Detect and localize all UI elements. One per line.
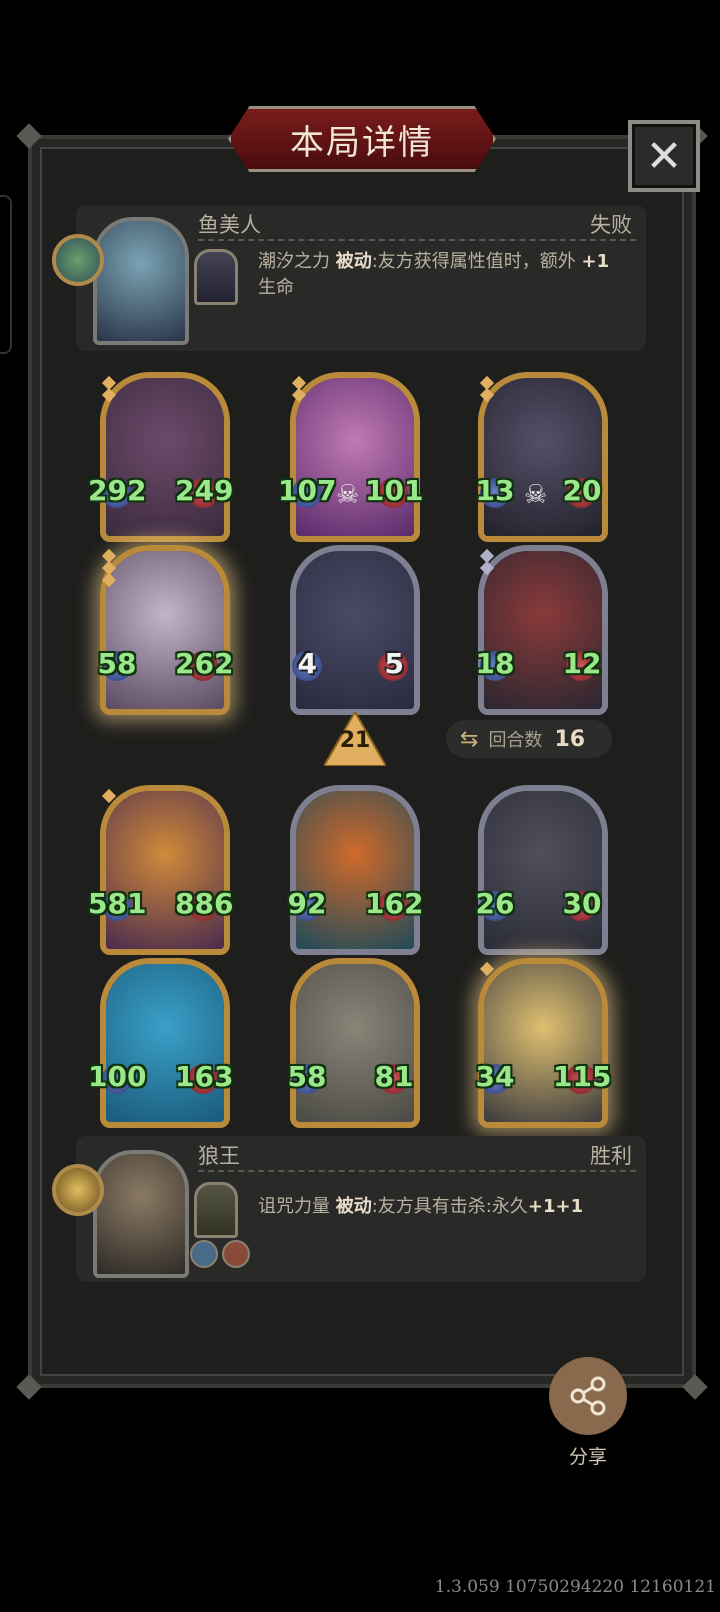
deathrattle-skull-icon: ☠ xyxy=(524,480,548,510)
skill-name: 潮汐之力 xyxy=(258,251,330,272)
panel-corner xyxy=(16,1374,42,1400)
tavern-tier-badge: 21 xyxy=(322,709,388,767)
minion-card[interactable] xyxy=(100,785,230,955)
page-title: 本局详情 xyxy=(290,122,434,163)
minion-health: 262 xyxy=(175,647,234,680)
minion-art xyxy=(296,551,414,709)
opponent-medal-icon xyxy=(52,234,104,286)
panel-corner xyxy=(682,1374,708,1400)
share-button[interactable] xyxy=(549,1357,627,1435)
rounds-label: 回合数 xyxy=(488,730,543,751)
minion-art xyxy=(296,791,414,949)
divider xyxy=(198,1170,636,1172)
panel-corner xyxy=(16,123,42,149)
divider xyxy=(198,239,636,241)
hero-skill-text: 诅咒力量 被动:友方具有击杀:永久+1+1 xyxy=(258,1194,618,1220)
self-hero-portrait[interactable] xyxy=(93,1150,189,1278)
minion-card[interactable] xyxy=(100,958,230,1128)
skill-suffix: 生命 xyxy=(258,277,294,298)
hero-skill-icon[interactable] xyxy=(194,249,238,305)
hero-skill-text: 潮汐之力 被动:友方获得属性值时，额外 +1 生命 xyxy=(258,249,618,301)
minion-health: 115 xyxy=(553,1060,612,1093)
minion-card[interactable] xyxy=(478,372,608,542)
rounds-counter: ⇆ 回合数 16 xyxy=(446,720,612,758)
minion-attack: 292 xyxy=(88,474,147,507)
minion-card[interactable] xyxy=(478,545,608,715)
opponent-name: 鱼美人 xyxy=(198,213,261,237)
minion-art xyxy=(484,791,602,949)
opponent-hero-portrait[interactable] xyxy=(93,217,189,345)
version-string: 1.3.059 10750294220 12160121 xyxy=(434,1577,716,1597)
minion-card[interactable] xyxy=(290,372,420,542)
minion-art xyxy=(296,378,414,536)
trait-sword-icon[interactable] xyxy=(190,1240,218,1268)
self-medal-icon xyxy=(52,1164,104,1216)
minion-card[interactable] xyxy=(100,372,230,542)
skill-bonus: +1 xyxy=(581,251,610,272)
minion-card[interactable] xyxy=(100,545,230,715)
minion-art xyxy=(106,964,224,1122)
share-label: 分享 xyxy=(568,1446,607,1468)
minion-attack: 107 xyxy=(278,474,337,507)
minion-attack: 58 xyxy=(97,647,137,680)
minion-health: 30 xyxy=(562,887,602,920)
minion-art xyxy=(296,964,414,1122)
minion-attack: 4 xyxy=(297,647,317,680)
trait-claw-icon[interactable] xyxy=(222,1240,250,1268)
share-icon xyxy=(570,1376,606,1416)
minion-attack: 581 xyxy=(88,887,147,920)
minion-health: 886 xyxy=(175,887,234,920)
tier-value: 21 xyxy=(339,728,371,753)
rounds-value: 16 xyxy=(554,726,586,752)
rounds-icon: ⇆ xyxy=(460,726,479,752)
minion-art xyxy=(484,964,602,1122)
minion-art xyxy=(106,551,224,709)
minion-attack: 34 xyxy=(475,1060,515,1093)
skill-desc: :友方具有击杀:永久 xyxy=(371,1196,528,1217)
minion-health: 101 xyxy=(365,474,424,507)
minion-health: 12 xyxy=(562,647,602,680)
title-plate: 本局详情 xyxy=(228,106,496,172)
minion-attack: 26 xyxy=(475,887,515,920)
minion-card[interactable] xyxy=(478,958,608,1128)
skill-name: 诅咒力量 xyxy=(258,1196,330,1217)
close-button[interactable]: ✕ xyxy=(628,120,700,192)
minion-attack: 58 xyxy=(287,1060,327,1093)
minion-attack: 100 xyxy=(88,1060,147,1093)
minion-art xyxy=(484,551,602,709)
close-icon: ✕ xyxy=(645,130,683,182)
minion-attack: 92 xyxy=(287,887,327,920)
minion-card[interactable] xyxy=(290,785,420,955)
minion-health: 162 xyxy=(365,887,424,920)
minion-art xyxy=(106,791,224,949)
self-result: 胜利 xyxy=(590,1144,632,1168)
minion-art xyxy=(106,378,224,536)
minion-health: 5 xyxy=(384,647,404,680)
minion-health: 20 xyxy=(562,474,602,507)
skill-tag: 被动 xyxy=(335,251,372,272)
opponent-result: 失败 xyxy=(590,213,632,237)
side-edge-tab xyxy=(0,195,12,354)
minion-attack: 18 xyxy=(475,647,515,680)
minion-card[interactable] xyxy=(290,958,420,1128)
deathrattle-skull-icon: ☠ xyxy=(336,480,360,510)
minion-card[interactable] xyxy=(478,785,608,955)
skill-bonus: +1+1 xyxy=(527,1196,584,1217)
minion-attack: 13 xyxy=(475,474,515,507)
minion-card[interactable] xyxy=(290,545,420,715)
minion-health: 249 xyxy=(175,474,234,507)
skill-desc: :友方获得属性值时，额外 xyxy=(371,251,576,272)
minion-health: 81 xyxy=(374,1060,414,1093)
self-name: 狼王 xyxy=(198,1144,240,1168)
minion-art xyxy=(484,378,602,536)
minion-health: 163 xyxy=(175,1060,234,1093)
skill-tag: 被动 xyxy=(335,1196,372,1217)
hero-skill-icon[interactable] xyxy=(194,1182,238,1238)
